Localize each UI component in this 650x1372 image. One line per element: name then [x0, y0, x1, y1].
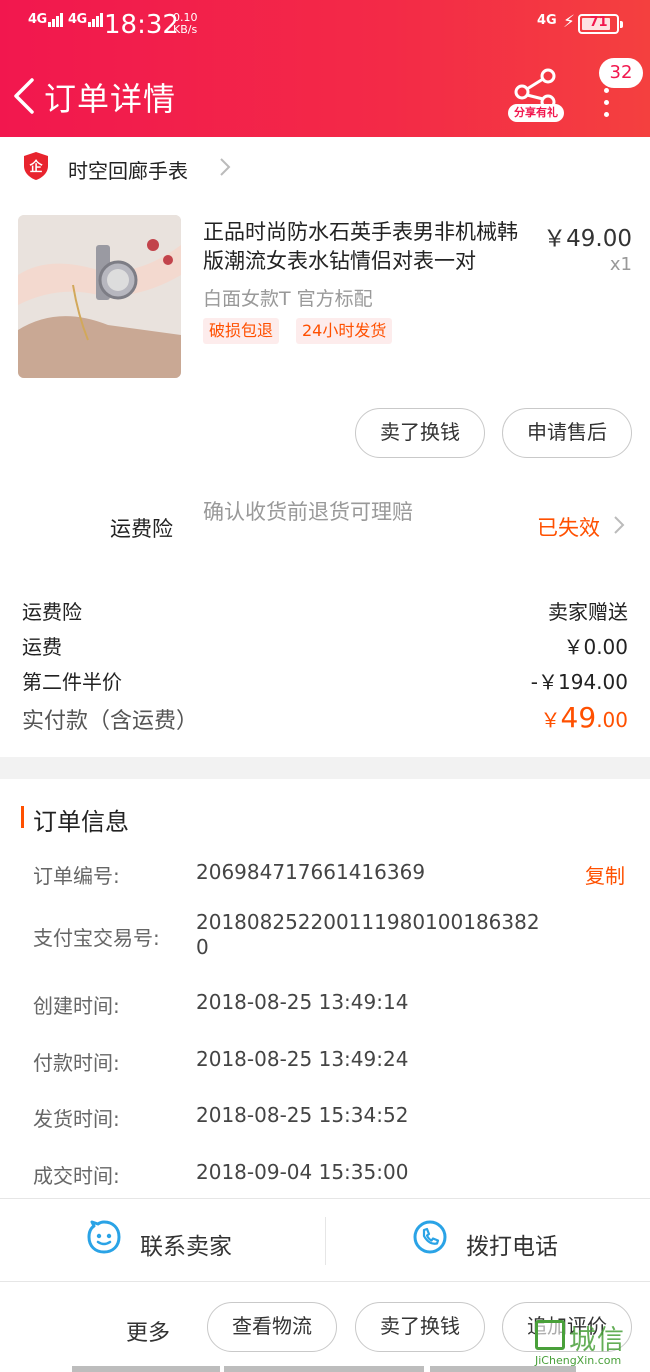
product-price: ￥49.00 — [543, 226, 632, 252]
phone-icon — [413, 1220, 447, 1254]
alipay-trade-value: 2018082522001119801001863820 — [196, 910, 540, 959]
fee-value: -￥194.00 — [530, 670, 628, 694]
fee-row: 运费 ￥0.00 — [22, 631, 630, 661]
signal-1-icon: 4G — [28, 12, 64, 27]
fee-label: 第二件半价 — [22, 670, 122, 694]
total-value: ￥49.00 — [541, 701, 628, 734]
signal-1-label: 4G — [28, 12, 47, 27]
created-time-value: 2018-08-25 13:49:14 — [196, 990, 409, 1014]
product-title[interactable]: 正品时尚防水石英手表男非机械韩版潮流女表水钻情侣对表一对 — [203, 218, 535, 276]
fee-label: 运费险 — [22, 600, 82, 624]
header: 4G 4G 18:32 0.10 KB/s 4G ⚡ 71 订单详情 分享有礼 … — [0, 0, 650, 137]
nav-indicator — [72, 1366, 220, 1372]
net-speed: 0.10 KB/s — [173, 12, 198, 36]
shipped-time-value: 2018-08-25 15:34:52 — [196, 1103, 409, 1127]
product-sku: 白面女款T 官方标配 — [203, 288, 373, 310]
contact-bar: 联系卖家 拨打电话 — [0, 1198, 650, 1282]
watermark-icon — [535, 1320, 565, 1350]
divider — [325, 1217, 326, 1265]
paid-time-value: 2018-08-25 13:49:24 — [196, 1047, 409, 1071]
net-speed-unit: KB/s — [173, 23, 198, 36]
signal-right-label: 4G — [537, 13, 557, 28]
back-icon[interactable] — [10, 76, 40, 116]
chevron-right-icon — [220, 158, 231, 176]
deal-time-value: 2018-09-04 15:35:00 — [196, 1160, 409, 1184]
share-label[interactable]: 分享有礼 — [508, 104, 564, 122]
created-time-label: 创建时间: — [33, 994, 120, 1018]
more-actions-label[interactable]: 更多 — [126, 1315, 170, 1347]
total-currency: ￥ — [540, 708, 561, 732]
charging-icon: ⚡ — [563, 12, 575, 32]
battery-level: 71 — [589, 15, 608, 30]
insurance-description: 确认收货前退货可理赔 — [203, 500, 413, 524]
insurance-label: 运费险 — [110, 517, 173, 541]
nav-indicator — [224, 1366, 424, 1372]
watermark-text: 城信 — [569, 1325, 625, 1356]
chevron-right-icon[interactable] — [612, 514, 626, 536]
enterprise-store-icon: 企 — [24, 152, 48, 180]
battery-icon: 71 — [578, 14, 623, 34]
contact-seller-label: 联系卖家 — [140, 1234, 232, 1260]
total-decimal: .00 — [596, 708, 628, 732]
after-sale-button[interactable]: 申请售后 — [502, 408, 632, 458]
section-divider — [0, 757, 650, 779]
insurance-status[interactable]: 已失效 — [537, 512, 600, 542]
total-row: 实付款（含运费） ￥49.00 — [22, 701, 630, 739]
store-name: 时空回廊手表 — [68, 159, 188, 183]
view-logistics-button[interactable]: 查看物流 — [207, 1302, 337, 1352]
chat-bubble-icon — [87, 1220, 121, 1254]
order-info-title: 订单信息 — [33, 808, 129, 836]
deal-time-label: 成交时间: — [33, 1164, 120, 1188]
fee-row: 第二件半价 -￥194.00 — [22, 666, 630, 696]
signal-2-label: 4G — [68, 12, 87, 27]
status-time: 18:32 — [104, 10, 179, 40]
fee-value: ￥0.00 — [563, 635, 628, 659]
order-number-label: 订单编号: — [33, 864, 120, 888]
product-image[interactable] — [18, 215, 181, 378]
total-integer: 49 — [560, 701, 597, 734]
fee-value: 卖家赠送 — [548, 600, 628, 624]
total-label: 实付款（含运费） — [22, 709, 199, 734]
call-phone-label: 拨打电话 — [466, 1234, 558, 1260]
alipay-trade-label: 支付宝交易号: — [33, 926, 160, 950]
service-tag: 破损包退 — [203, 318, 280, 344]
more-menu-icon[interactable] — [596, 88, 616, 117]
sell-button[interactable]: 卖了换钱 — [355, 1302, 485, 1352]
section-accent-bar — [21, 806, 24, 828]
message-badge[interactable]: 32 — [599, 58, 643, 88]
order-number-value: 206984717661416369 — [196, 860, 426, 884]
fee-row: 运费险 卖家赠送 — [22, 596, 630, 626]
paid-time-label: 付款时间: — [33, 1051, 120, 1075]
sell-button[interactable]: 卖了换钱 — [355, 408, 485, 458]
watermark-logo: 城信 JiChengXin.com — [535, 1318, 647, 1370]
page-title: 订单详情 — [44, 80, 177, 118]
shipped-time-label: 发货时间: — [33, 1107, 120, 1131]
store-row[interactable]: 企 时空回廊手表 — [0, 137, 650, 197]
product-quantity: x1 — [609, 254, 632, 275]
status-bar: 4G 4G 18:32 0.10 KB/s 4G ⚡ 71 — [0, 0, 650, 50]
watermark-url: JiChengXin.com — [535, 1354, 622, 1367]
copy-button[interactable]: 复制 — [585, 860, 625, 889]
svg-text:企: 企 — [28, 159, 43, 175]
service-tag: 24小时发货 — [296, 318, 393, 344]
fee-label: 运费 — [22, 635, 62, 659]
signal-2-icon: 4G — [68, 12, 104, 27]
